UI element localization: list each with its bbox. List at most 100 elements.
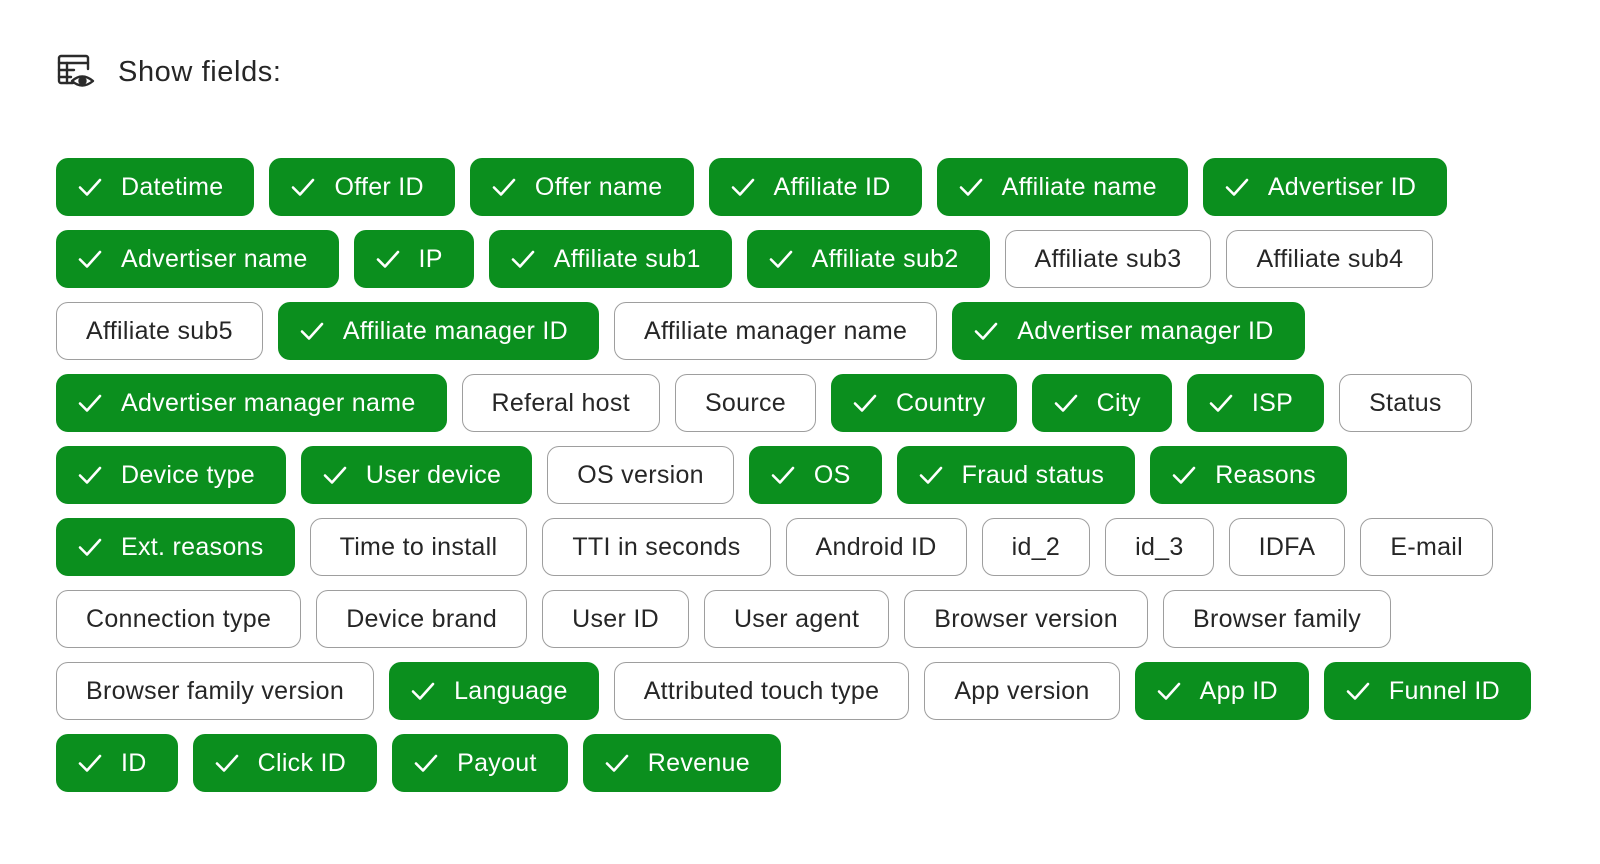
field-chip-payout[interactable]: Payout <box>392 734 568 792</box>
field-chip-city[interactable]: City <box>1031 374 1172 432</box>
field-chip-label: Browser family version <box>86 676 345 705</box>
field-chip-label: Affiliate manager ID <box>342 316 568 345</box>
field-chip-user-agent[interactable]: User agent <box>703 590 890 648</box>
field-chip-affiliate-sub3[interactable]: Affiliate sub3 <box>1004 230 1212 288</box>
checkmark-icon <box>215 754 238 772</box>
field-chip-funnel-id[interactable]: Funnel ID <box>1323 662 1531 720</box>
field-chip-language[interactable]: Language <box>389 662 599 720</box>
field-chip-offer-name[interactable]: Offer name <box>469 158 694 216</box>
field-chip-os-version[interactable]: OS version <box>547 446 734 504</box>
field-chip-affiliate-sub2[interactable]: Affiliate sub2 <box>746 230 990 288</box>
field-chip-click-id[interactable]: Click ID <box>192 734 378 792</box>
field-chip-app-id[interactable]: App ID <box>1134 662 1309 720</box>
field-chip-affiliate-name[interactable]: Affiliate name <box>936 158 1188 216</box>
field-chip-attributed-touch-type[interactable]: Attributed touch type <box>613 662 910 720</box>
field-chip-label: Browser version <box>934 604 1118 633</box>
field-chip-label: Affiliate manager name <box>643 316 908 345</box>
field-chip-datetime[interactable]: Datetime <box>56 158 255 216</box>
field-chip-label: Payout <box>457 748 537 777</box>
field-chip-isp[interactable]: ISP <box>1186 374 1325 432</box>
checkmark-icon <box>78 394 102 412</box>
field-chip-label: Reasons <box>1215 460 1316 489</box>
field-chips: Datetime Offer ID Offer name Affiliate ID Af… <box>56 158 1576 806</box>
chip-row: Ext. reasons Time to install TTI in second… <box>56 518 1576 576</box>
field-chip-user-device[interactable]: User device <box>300 446 533 504</box>
chip-row: Browser family version Language Attributed… <box>56 662 1576 720</box>
checkmark-icon <box>959 178 982 196</box>
checkmark-icon <box>1209 394 1233 412</box>
table-view-eye-icon <box>56 52 96 92</box>
field-chip-advertiser-manager-id[interactable]: Advertiser manager ID <box>952 302 1305 360</box>
field-chip-country[interactable]: Country <box>830 374 1017 432</box>
field-chip-browser-family[interactable]: Browser family <box>1162 590 1392 648</box>
field-chip-advertiser-manager-name[interactable]: Advertiser manager name <box>56 374 447 432</box>
field-chip-advertiser-name[interactable]: Advertiser name <box>56 230 339 288</box>
field-chip-label: Affiliate sub3 <box>1034 244 1182 273</box>
field-chip-ext-reasons[interactable]: Ext. reasons <box>56 518 295 576</box>
field-chip-label: id_3 <box>1135 532 1184 561</box>
field-chip-label: Ext. reasons <box>121 532 264 561</box>
checkmark-icon <box>323 466 347 484</box>
checkmark-icon <box>78 754 102 772</box>
field-chip-affiliate-manager-name[interactable]: Affiliate manager name <box>613 302 938 360</box>
field-chip-e-mail[interactable]: E-mail <box>1360 518 1493 576</box>
field-chip-user-id[interactable]: User ID <box>542 590 689 648</box>
page-title: Show fields: <box>118 55 282 88</box>
field-chip-label: Referal host <box>491 388 630 417</box>
checkmark-icon <box>292 178 315 196</box>
checkmark-icon <box>1054 394 1077 412</box>
field-chip-label: User ID <box>572 604 659 633</box>
field-chip-label: Browser family <box>1192 604 1362 633</box>
field-chip-browser-family-version[interactable]: Browser family version <box>56 662 375 720</box>
field-chip-label: ID <box>121 748 147 777</box>
checkmark-icon <box>769 250 792 268</box>
field-chip-label: OS <box>813 460 851 489</box>
field-chip-advertiser-id[interactable]: Advertiser ID <box>1202 158 1448 216</box>
field-chip-browser-version[interactable]: Browser version <box>904 590 1148 648</box>
field-chip-source[interactable]: Source <box>674 374 816 432</box>
field-chip-time-to-install[interactable]: Time to install <box>309 518 528 576</box>
field-chip-device-brand[interactable]: Device brand <box>316 590 528 648</box>
field-chip-ip[interactable]: IP <box>353 230 474 288</box>
field-chip-app-version[interactable]: App version <box>924 662 1120 720</box>
field-chip-affiliate-sub5[interactable]: Affiliate sub5 <box>56 302 263 360</box>
field-chip-affiliate-sub4[interactable]: Affiliate sub4 <box>1226 230 1434 288</box>
field-chip-android-id[interactable]: Android ID <box>785 518 967 576</box>
field-chip-affiliate-manager-id[interactable]: Affiliate manager ID <box>277 302 599 360</box>
field-chip-label: Advertiser manager ID <box>1017 316 1274 345</box>
field-chip-label: Time to install <box>339 532 498 561</box>
field-chip-connection-type[interactable]: Connection type <box>56 590 302 648</box>
field-chip-label: IDFA <box>1258 532 1316 561</box>
field-chip-label: Datetime <box>121 172 224 201</box>
field-chip-label: Language <box>454 676 568 705</box>
checkmark-icon <box>78 178 102 196</box>
chip-row: Advertiser manager name Referal host Sourc… <box>56 374 1576 432</box>
field-chip-id-2[interactable]: id_2 <box>981 518 1091 576</box>
field-chip-reasons[interactable]: Reasons <box>1150 446 1347 504</box>
field-chip-label: Offer ID <box>334 172 424 201</box>
field-chip-os[interactable]: OS <box>748 446 882 504</box>
field-chip-status[interactable]: Status <box>1339 374 1472 432</box>
field-chip-id-3[interactable]: id_3 <box>1105 518 1214 576</box>
checkmark-icon <box>771 466 795 484</box>
field-chip-id[interactable]: ID <box>56 734 178 792</box>
field-chip-device-type[interactable]: Device type <box>56 446 286 504</box>
field-chip-affiliate-sub1[interactable]: Affiliate sub1 <box>488 230 732 288</box>
field-chip-label: ISP <box>1251 388 1294 417</box>
checkmark-icon <box>1346 682 1370 700</box>
field-chip-label: TTI in seconds <box>572 532 741 561</box>
checkmark-icon <box>853 394 877 412</box>
field-chip-tti-in-seconds[interactable]: TTI in seconds <box>542 518 771 576</box>
field-chip-label: Status <box>1369 388 1442 417</box>
field-chip-label: Fraud status <box>961 460 1105 489</box>
chip-row: Advertiser name IP Affiliate sub1 Affiliate… <box>56 230 1576 288</box>
field-chip-idfa[interactable]: IDFA <box>1228 518 1346 576</box>
field-chip-label: Funnel ID <box>1388 676 1500 705</box>
field-chip-revenue[interactable]: Revenue <box>582 734 781 792</box>
checkmark-icon <box>605 754 629 772</box>
field-chip-fraud-status[interactable]: Fraud status <box>896 446 1136 504</box>
field-chip-label: E-mail <box>1390 532 1463 561</box>
field-chip-offer-id[interactable]: Offer ID <box>269 158 455 216</box>
field-chip-referal-host[interactable]: Referal host <box>461 374 660 432</box>
field-chip-affiliate-id[interactable]: Affiliate ID <box>708 158 922 216</box>
